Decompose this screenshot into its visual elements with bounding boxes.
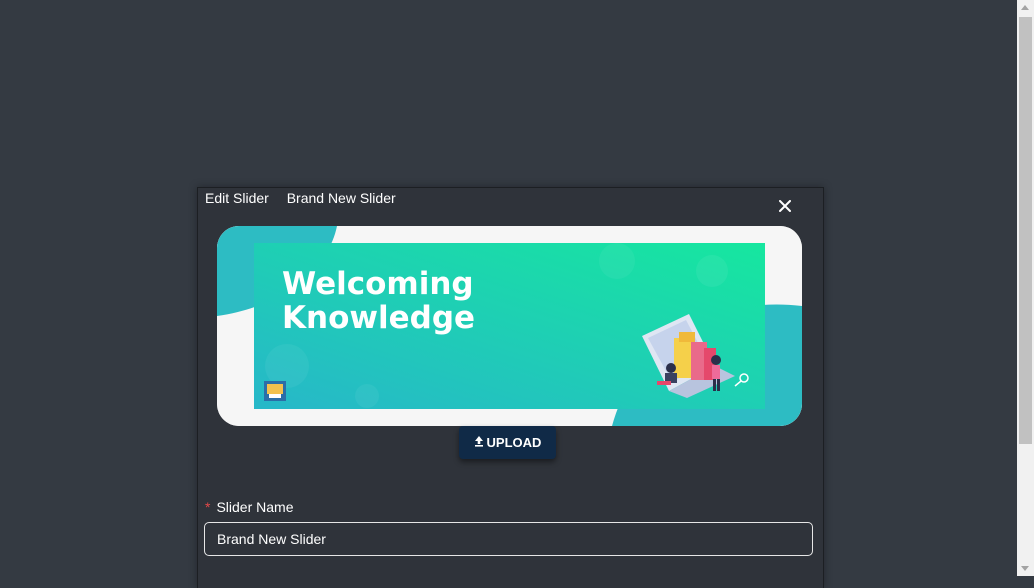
banner-headline-line2: Knowledge	[282, 300, 475, 336]
close-icon	[779, 200, 791, 212]
banner-headline-line1: Welcoming	[282, 266, 474, 302]
slider-image-preview: Welcoming Knowledge	[217, 226, 802, 426]
upload-button[interactable]: UPLOAD	[459, 426, 556, 459]
scroll-thumb[interactable]	[1019, 17, 1032, 444]
slider-name-label: * Slider Name	[205, 499, 293, 515]
upload-icon	[474, 435, 484, 450]
modal-title-label: Edit Slider	[205, 190, 269, 206]
required-asterisk: *	[205, 499, 211, 515]
page-scrollbar[interactable]	[1017, 0, 1034, 576]
slider-name-input[interactable]	[204, 522, 813, 556]
edit-slider-modal: Edit Slider Brand New Slider Welcoming K…	[197, 187, 824, 588]
scroll-up-arrow-icon[interactable]	[1021, 5, 1029, 10]
banner-logo	[264, 381, 286, 401]
slider-name-label-text: Slider Name	[216, 499, 294, 515]
modal-slider-name: Brand New Slider	[286, 190, 396, 206]
scroll-down-arrow-icon[interactable]	[1021, 566, 1029, 571]
modal-title: Edit Slider Brand New Slider	[205, 190, 396, 206]
upload-button-label: UPLOAD	[486, 435, 542, 450]
close-button[interactable]	[773, 194, 797, 218]
